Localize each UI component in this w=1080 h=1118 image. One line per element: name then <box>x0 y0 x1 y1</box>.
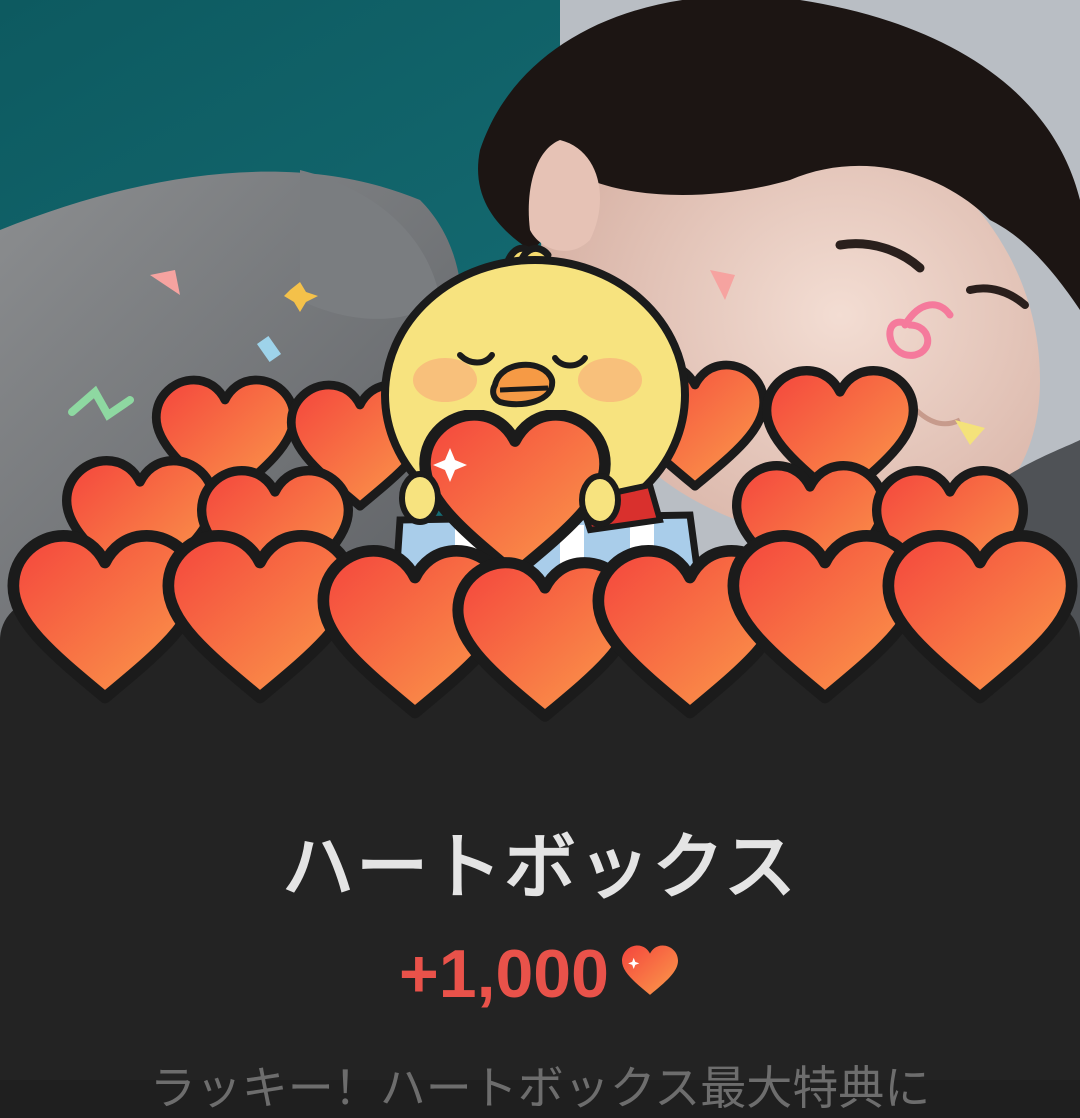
heart-box-illustration <box>0 230 1080 750</box>
dialog-title: ハートボックス <box>282 825 798 909</box>
reward-row: +1,000 <box>0 935 1080 1013</box>
reward-amount: +1,000 <box>399 936 609 1012</box>
reward-description: ラッキー！ハートボックス最大特典に <box>149 1061 931 1115</box>
heart-icon <box>619 944 681 1004</box>
